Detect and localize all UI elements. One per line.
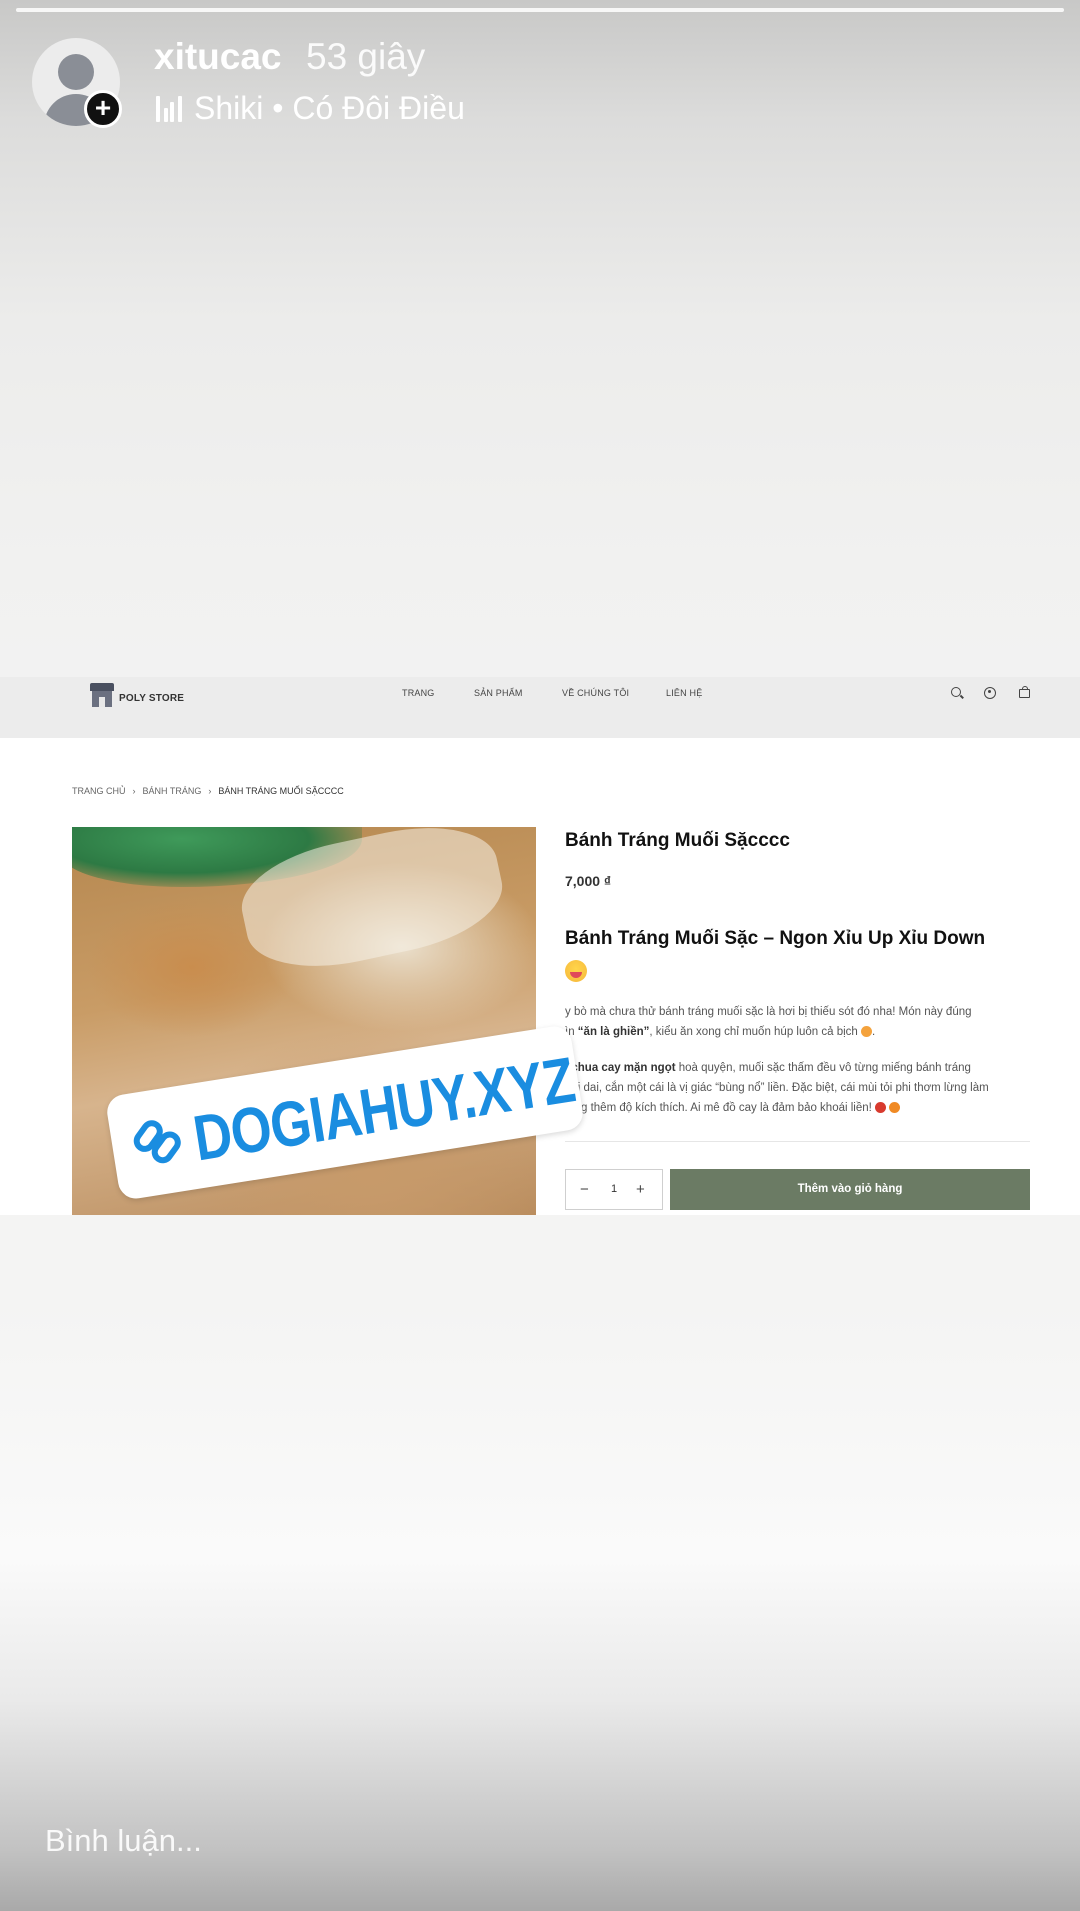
add-to-cart-button: Thêm vào giỏ hàng bbox=[670, 1169, 1030, 1210]
minus-icon: − bbox=[580, 1181, 589, 1198]
divider bbox=[565, 1141, 1030, 1142]
desc-para-2-line-3: tăng thêm độ kích thích. Ai mê đồ cay là… bbox=[565, 1102, 872, 1114]
nav-item-about: VỀ CHÚNG TÔI bbox=[562, 688, 630, 698]
plus-icon: + bbox=[636, 1181, 645, 1198]
breadcrumb-category: BÁNH TRÁNG bbox=[142, 786, 202, 796]
story-progress-bar bbox=[16, 8, 1064, 12]
desc-para-2-line-2: dai dai, cắn một cái là vị giác “bùng nổ… bbox=[565, 1082, 989, 1094]
product-title: Bánh Tráng Muối Sặcccc bbox=[565, 830, 790, 851]
avatar-head-shape bbox=[58, 54, 94, 90]
desc-line-1: y bò mà chưa thử bánh tráng muối sặc là … bbox=[565, 1006, 972, 1018]
nav-item-contact: LIÊN HỆ bbox=[666, 688, 703, 698]
breadcrumb-home: TRANG CHỦ bbox=[72, 786, 126, 796]
store-logo-icon bbox=[90, 683, 114, 707]
heading-text: Bánh Tráng Muối Sặc – Ngon Xỉu Up Xỉu Do… bbox=[565, 928, 986, 949]
product-price: 7,000 ₫ bbox=[565, 873, 612, 889]
chevron-right-icon: › bbox=[132, 786, 136, 796]
chevron-right-icon: › bbox=[208, 786, 212, 796]
user-icon bbox=[984, 687, 996, 699]
desc-line-2-bold: “ăn là ghiền” bbox=[577, 1026, 650, 1038]
product-description-heading: Bánh Tráng Muối Sặc – Ngon Xỉu Up Xỉu Do… bbox=[565, 923, 1035, 987]
username[interactable]: xitucac bbox=[154, 36, 282, 78]
post-time: 53 giây bbox=[306, 36, 426, 77]
music-label[interactable]: Shiki • Có Đôi Điều bbox=[194, 90, 465, 127]
desc-para-2-bold: ị chua cay mặn ngọt bbox=[565, 1062, 676, 1074]
store-logo-text: POLY STORE bbox=[119, 693, 185, 704]
product-description: y bò mà chưa thử bánh tráng muối sặc là … bbox=[565, 1006, 989, 1114]
nav-item-home: TRANG bbox=[402, 688, 435, 698]
link-icon bbox=[129, 1114, 186, 1169]
music-bars-icon bbox=[156, 96, 182, 122]
desc-line-2-post: , kiểu ăn xong chỉ muốn húp luôn cả bịch bbox=[649, 1026, 858, 1038]
tongue-emoji-icon bbox=[565, 959, 587, 982]
face-emoji-icon bbox=[861, 1026, 872, 1038]
breadcrumb: TRANG CHỦ › BÁNH TRÁNG › BÁNH TRÁNG MUỐI SẶC… bbox=[72, 786, 344, 796]
site-navbar: POLY STORE TRANG SẢN PHẨM VỀ CHÚNG TÔI L… bbox=[0, 677, 1080, 738]
follow-plus-icon[interactable]: + bbox=[84, 90, 122, 128]
nav-item-products: SẢN PHẨM bbox=[474, 688, 523, 698]
desc-para-2-line-1: hoà quyện, muối sặc thấm đều vô từng miế… bbox=[675, 1062, 971, 1074]
chili-emoji-icon bbox=[875, 1102, 887, 1114]
comment-input[interactable]: Bình luận... bbox=[45, 1823, 202, 1859]
quantity-value: 1 bbox=[611, 1183, 618, 1195]
quantity-stepper: − 1 + bbox=[565, 1169, 663, 1210]
breadcrumb-current: BÁNH TRÁNG MUỐI SẶCCCC bbox=[218, 786, 344, 796]
search-icon bbox=[951, 687, 961, 697]
fire-emoji-icon bbox=[889, 1102, 901, 1114]
shopping-bag-icon bbox=[1019, 686, 1030, 698]
